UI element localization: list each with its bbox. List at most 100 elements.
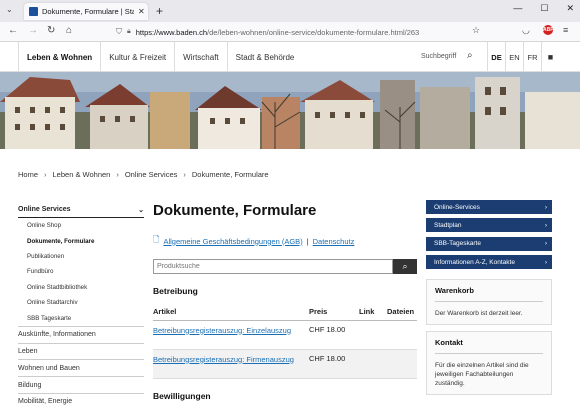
link-cell <box>359 349 387 379</box>
menu-item-wirtschaft[interactable]: Wirtschaft <box>174 42 227 72</box>
breadcrumb: Home › Leben & Wohnen › Online Services … <box>18 170 269 179</box>
legal-links: 🗋︎ Allgemeine Geschäftsbedingungen (AGB)… <box>153 234 417 248</box>
sidebar-item-online-stadtarchiv[interactable]: Online Stadtarchiv <box>18 295 144 310</box>
menu-item-stadt-behoerde[interactable]: Stadt & Behörde <box>226 42 303 72</box>
lang-de[interactable]: DE <box>487 42 505 72</box>
chevron-right-icon: › <box>44 170 47 179</box>
main-menu: Leben & Wohnen Kultur & Freizeit Wirtsch… <box>18 42 302 72</box>
privacy-link[interactable]: Datenschutz <box>313 237 355 246</box>
quicklink-label: Stadtplan <box>434 221 462 229</box>
section-heading-bewilligungen: Bewilligungen <box>153 390 211 401</box>
sidebar-item-mobilitaet[interactable]: Mobilität, Energie <box>18 392 144 410</box>
reload-icon[interactable]: ↻ <box>47 25 55 36</box>
search-icon[interactable]: ⌕ <box>467 50 473 61</box>
contact-box: Kontakt Für die einzelnen Artikel sind d… <box>426 331 552 396</box>
new-tab-button[interactable]: + <box>156 4 163 18</box>
quicklink-label: Online-Services <box>434 203 480 211</box>
favicon-icon <box>29 7 38 16</box>
table-row: Betreibungsregisterauszug: Firmenauszug … <box>153 349 417 379</box>
adblock-icon[interactable]: ABP <box>543 25 554 35</box>
sidebar-item-wohnen-bauen[interactable]: Wohnen und Bauen <box>18 359 144 376</box>
breadcrumb-home[interactable]: Home <box>18 170 38 179</box>
sidebar-item-leben[interactable]: Leben <box>18 342 144 360</box>
shield-icon[interactable]: ⛉ <box>116 27 122 37</box>
link-cell <box>359 320 387 350</box>
document-icon: 🗋︎ <box>153 235 160 244</box>
lock-icon[interactable]: 🔒︎ <box>127 28 131 36</box>
maximize-icon[interactable]: ☐ <box>540 3 548 14</box>
pocket-icon[interactable]: ◡ <box>522 25 530 36</box>
hero-image <box>0 72 580 149</box>
cart-box: Warenkorb Der Warenkorb ist derzeit leer… <box>426 279 552 326</box>
lang-fr[interactable]: FR <box>523 42 541 72</box>
menu-item-leben-wohnen[interactable]: Leben & Wohnen <box>18 42 100 72</box>
article-link[interactable]: Betreibungsregisterauszug: Firmenauszug <box>153 355 294 364</box>
chevron-right-icon: › <box>183 170 186 179</box>
breadcrumb-online-services[interactable]: Online Services <box>125 170 178 179</box>
url-path: /de/leben-wohnen/online-service/dokument… <box>207 27 420 37</box>
sidebar-section-label: Online Services <box>18 206 71 213</box>
forward-icon[interactable]: → <box>28 25 38 36</box>
sidebar-item-online-stadtbibliothek[interactable]: Online Stadtbibliothek <box>18 280 144 295</box>
sidebar-item-online-shop[interactable]: Online Shop <box>18 218 144 233</box>
article-link[interactable]: Betreibungsregisterauszug: Einzelauszug <box>153 326 291 335</box>
contact-title: Kontakt <box>435 338 543 355</box>
col-header-link: Link <box>359 304 387 321</box>
menu-item-kultur-freizeit[interactable]: Kultur & Freizeit <box>100 42 174 72</box>
bookmark-star-icon[interactable]: ☆ <box>472 25 480 36</box>
contact-text: Für die einzelnen Artikel sind die jewei… <box>435 362 529 388</box>
search-icon: ⌕ <box>402 261 408 271</box>
lang-en[interactable]: EN <box>505 42 523 72</box>
video-icon[interactable]: ■ <box>541 42 559 72</box>
browser-tab[interactable]: Dokumente, Formulare | Stadt Baden ✕ <box>24 3 148 20</box>
product-table: Artikel Preis Link Dateien Betreibungsre… <box>153 304 417 379</box>
close-window-icon[interactable]: ✕ <box>566 3 574 14</box>
minimize-icon[interactable]: — <box>513 3 522 14</box>
breadcrumb-current: Dokumente, Formulare <box>191 170 269 179</box>
chevron-down-icon[interactable]: ⌄ <box>138 206 144 214</box>
quicklink-label: SBB-Tageskarte <box>434 240 481 248</box>
tab-title: Dokumente, Formulare | Stadt Baden <box>42 7 134 16</box>
chevron-right-icon: › <box>544 240 547 248</box>
sidebar-item-auskuenfte[interactable]: Auskünfte, Informationen <box>18 325 144 343</box>
page-title: Dokumente, Formulare <box>153 202 317 219</box>
chevron-right-icon: › <box>544 203 547 211</box>
sidebar-item-publikationen[interactable]: Publikationen <box>18 249 144 264</box>
sidebar-item-sbb-tageskarte[interactable]: SBB Tageskarte <box>18 310 144 325</box>
url-host: https://www.baden.ch <box>135 27 208 37</box>
price-cell: CHF 18.00 <box>309 320 359 350</box>
product-search-input[interactable] <box>153 259 393 274</box>
price-cell: CHF 18.00 <box>309 349 359 379</box>
site-search-label[interactable]: Suchbegriff <box>421 53 456 60</box>
breadcrumb-leben-wohnen[interactable]: Leben & Wohnen <box>53 170 111 179</box>
quicklink-label: Informationen A-Z, Kontakte <box>434 258 515 266</box>
link-separator: | <box>306 236 309 246</box>
chevron-right-icon: › <box>116 170 119 179</box>
files-cell <box>387 320 417 350</box>
quicklink-online-services[interactable]: Online-Services › <box>426 200 552 214</box>
product-search: ⌕ <box>153 259 417 274</box>
back-icon[interactable]: ← <box>8 25 18 36</box>
tab-list-icon[interactable]: ⌄ <box>6 5 13 14</box>
sidebar: Online Services ⌄ Online Shop Dokumente,… <box>18 202 144 410</box>
chevron-right-icon: › <box>544 258 547 266</box>
sidebar-section-online-services[interactable]: Online Services ⌄ <box>18 202 144 218</box>
files-cell <box>387 349 417 379</box>
sidebar-item-dokumente-formulare[interactable]: Dokumente, Formulare <box>18 233 144 248</box>
site-header: Leben & Wohnen Kultur & Freizeit Wirtsch… <box>0 42 580 72</box>
browser-tabbar: ⌄ Dokumente, Formulare | Stadt Baden ✕ +… <box>0 0 580 22</box>
product-search-button[interactable]: ⌕ <box>393 259 417 274</box>
quicklink-stadtplan[interactable]: Stadtplan › <box>426 218 552 233</box>
col-header-dateien: Dateien <box>387 304 417 321</box>
quicklink-informationen[interactable]: Informationen A-Z, Kontakte › <box>426 255 552 270</box>
home-icon[interactable]: ⌂ <box>66 25 72 36</box>
close-tab-icon[interactable]: ✕ <box>138 7 145 16</box>
url-bar[interactable]: ⛉ 🔒︎ https://www.baden.ch/de/leben-wohne… <box>112 24 452 40</box>
cart-title: Warenkorb <box>435 286 543 303</box>
sidebar-item-fundbuero[interactable]: Fundbüro <box>18 264 144 279</box>
menu-icon[interactable]: ≡ <box>563 25 568 35</box>
quicklink-sbb-tageskarte[interactable]: SBB-Tageskarte › <box>426 236 552 251</box>
sidebar-item-bildung[interactable]: Bildung <box>18 376 144 393</box>
agb-link[interactable]: Allgemeine Geschäftsbedingungen (AGB) <box>163 237 302 246</box>
table-row: Betreibungsregisterauszug: Einzelauszug … <box>153 320 417 350</box>
